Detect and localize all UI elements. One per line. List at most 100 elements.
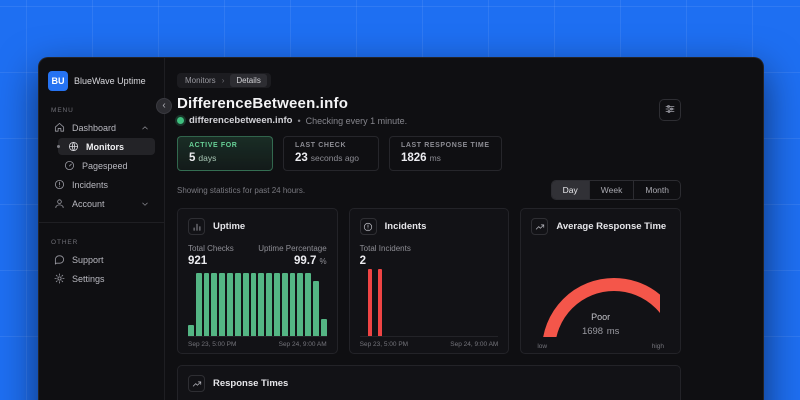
uptime-bar <box>289 273 296 336</box>
incidents-card-header: Incidents <box>359 218 499 235</box>
incidents-card: Incidents Total Incidents 2 Sep 23, 5:00… <box>348 208 510 354</box>
trend-line-icon <box>531 218 549 235</box>
gauge-low-label: low <box>537 343 548 350</box>
axis-tick-end: Sep 24, 9:00 AM <box>278 341 327 348</box>
uptime-pct-unit: % <box>319 257 327 266</box>
sidebar-item-incidents[interactable]: Incidents <box>48 176 155 193</box>
alert-circle-icon <box>359 218 377 235</box>
uptime-bar <box>273 273 280 336</box>
chat-icon <box>54 254 65 265</box>
sidebar-item-support[interactable]: Support <box>48 251 155 268</box>
speedometer-icon <box>64 160 75 171</box>
gear-icon <box>54 273 65 284</box>
user-icon <box>54 198 65 209</box>
gauge-axis-labels: low high <box>537 343 664 350</box>
app-logo-row: BU BlueWave Uptime <box>48 71 155 91</box>
uptime-bar <box>211 273 218 336</box>
active-for-value: 5 <box>189 152 196 164</box>
card-title: Uptime <box>213 221 246 232</box>
card-title: Incidents <box>384 221 427 232</box>
last-response-value: 1826 <box>401 152 427 164</box>
range-toggle-day[interactable]: Day <box>551 181 589 199</box>
last-check-value: 23 <box>295 152 308 164</box>
desktop-background: BU BlueWave Uptime ‹ MENU Dashboard Moni… <box>0 0 800 400</box>
uptime-bar <box>219 273 226 336</box>
last-check-unit: seconds ago <box>310 153 359 163</box>
status-card-value: 5 days <box>189 152 261 164</box>
sidebar-item-dashboard[interactable]: Dashboard <box>48 119 155 136</box>
metric-value: 2 <box>359 255 367 267</box>
trend-line-icon <box>188 375 205 392</box>
status-card-value: 23 seconds ago <box>295 152 367 164</box>
app-name: BlueWave Uptime <box>74 76 146 86</box>
uptime-bar <box>281 273 288 336</box>
metric-label: Uptime Percentage <box>258 244 327 253</box>
uptime-card: Uptime Total Checks 921 Uptime Percentag… <box>177 208 338 354</box>
sidebar-item-label: Account <box>72 198 105 209</box>
monitor-configure-button[interactable] <box>659 99 681 121</box>
chevron-up-icon <box>141 124 149 132</box>
uptime-bar <box>258 273 265 336</box>
gauge-high-label: high <box>651 343 665 350</box>
axis-tick-start: Sep 23, 5:00 PM <box>188 341 237 348</box>
response-times-header: Response Times <box>188 375 670 392</box>
range-toggle: Day Week Month <box>550 180 681 200</box>
uptime-metrics: Total Checks 921 Uptime Percentage 99.7 … <box>188 244 327 267</box>
sidebar-section-menu: MENU <box>51 107 74 114</box>
monitor-status-row: differencebetween.info • Checking every … <box>177 115 681 126</box>
avg-response-card-header: Average Response Time <box>531 218 670 235</box>
uptime-bar <box>242 273 249 336</box>
uptime-bar <box>227 273 233 336</box>
range-toggle-month[interactable]: Month <box>633 181 680 199</box>
stats-note: Showing statistics for past 24 hours. <box>177 185 306 195</box>
total-checks-metric: Total Checks 921 <box>188 244 234 267</box>
status-card-label: ACTIVE FOR <box>189 142 238 149</box>
uptime-percentage-metric: Uptime Percentage 99.7 % <box>258 244 326 267</box>
uptime-bar <box>195 273 202 336</box>
sidebar-divider <box>39 222 164 223</box>
main-content: Monitors › Details DifferenceBetween.inf… <box>165 58 763 400</box>
bar-chart-icon <box>188 218 205 235</box>
breadcrumb-monitors[interactable]: Monitors <box>185 76 216 85</box>
sidebar-item-label: Support <box>72 254 104 265</box>
incidents-metrics: Total Incidents 2 <box>360 244 499 267</box>
uptime-chart-axis: Sep 23, 5:00 PM Sep 24, 9:00 AM <box>188 336 327 353</box>
gauge-readout: Poor 1698 ms <box>531 312 670 337</box>
incident-bar <box>377 269 382 336</box>
active-for-unit: days <box>198 153 217 163</box>
card-title: Response Times <box>213 378 289 389</box>
incident-bar <box>367 269 372 336</box>
gauge-ms-unit: ms <box>606 326 620 337</box>
home-icon <box>54 122 65 133</box>
axis-tick-start: Sep 23, 5:00 PM <box>359 341 409 348</box>
uptime-bar <box>203 273 210 336</box>
response-times-card: Response Times <box>177 365 681 400</box>
sidebar-item-settings[interactable]: Settings <box>48 270 155 287</box>
tree-dot <box>57 145 60 148</box>
sidebar-item-pagespeed[interactable]: Pagespeed <box>58 157 155 174</box>
sidebar-item-label: Settings <box>72 273 105 284</box>
sidebar-item-label: Dashboard <box>72 122 117 133</box>
uptime-bar <box>320 319 327 336</box>
uptime-bar <box>297 273 304 336</box>
card-title: Average Response Time <box>556 221 667 232</box>
metric-value: 921 <box>188 255 208 267</box>
checking-interval-note: Checking every 1 minute. <box>305 115 408 126</box>
stat-cards-row: Uptime Total Checks 921 Uptime Percentag… <box>177 208 682 354</box>
status-card-value: 1826 ms <box>401 152 490 164</box>
status-card-label: LAST RESPONSE TIME <box>401 142 490 149</box>
axis-tick-end: Sep 24, 9:00 AM <box>450 341 499 348</box>
last-response-unit: ms <box>429 153 441 163</box>
sidebar-item-label: Monitors <box>86 141 124 152</box>
sidebar-section-other: OTHER <box>51 239 79 246</box>
monitor-host: differencebetween.info <box>189 115 293 126</box>
sidebar-item-monitors[interactable]: Monitors <box>57 138 155 155</box>
total-incidents-metric: Total Incidents 2 <box>360 244 411 267</box>
breadcrumb-details[interactable]: Details <box>230 74 267 87</box>
sidebar-item-account[interactable]: Account <box>48 195 155 212</box>
range-toggle-week[interactable]: Week <box>588 181 634 199</box>
bullet-separator: • <box>297 115 301 126</box>
page-title: DifferenceBetween.info <box>177 95 349 112</box>
uptime-bar <box>250 273 257 336</box>
uptime-bar-chart <box>188 267 327 336</box>
